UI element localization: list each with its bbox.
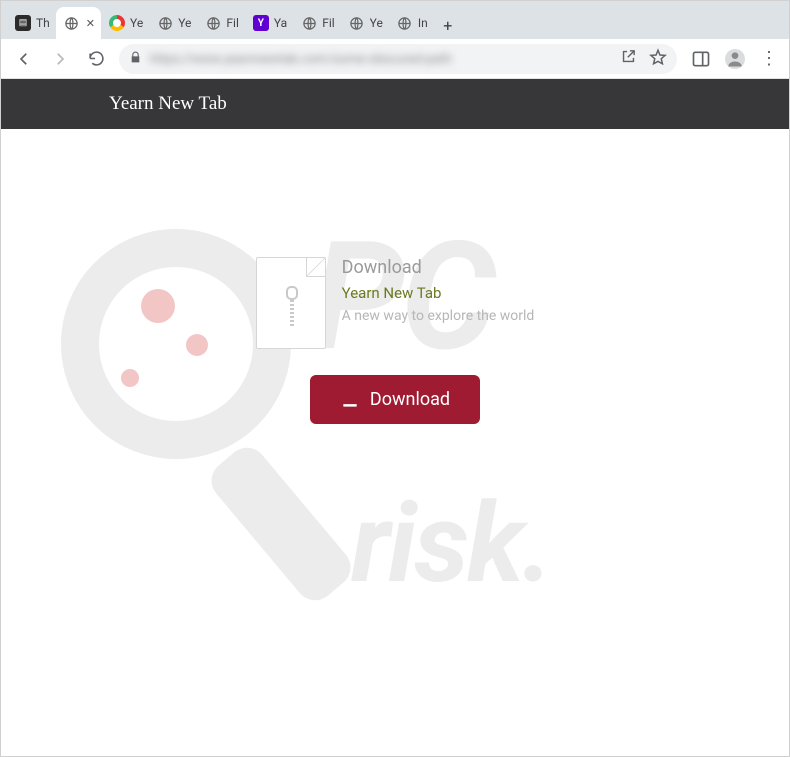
tab-5[interactable]: Y Ya bbox=[245, 7, 293, 39]
kebab-menu-icon[interactable]: ⋮ bbox=[759, 49, 779, 69]
download-icon bbox=[340, 390, 360, 410]
back-button[interactable] bbox=[11, 46, 37, 72]
download-card: Download Yearn New Tab A new way to expl… bbox=[256, 257, 535, 349]
reload-button[interactable] bbox=[83, 46, 109, 72]
new-tab-button[interactable]: + bbox=[434, 11, 462, 39]
zip-file-icon bbox=[256, 257, 326, 349]
tab-label: In bbox=[418, 16, 428, 30]
toolbar-right: ⋮ bbox=[687, 49, 779, 69]
url-text: https://www.yearnnewtab.com/some-obscure… bbox=[150, 52, 612, 66]
tab-label: Ye bbox=[130, 16, 143, 30]
tab-label: Ye bbox=[370, 16, 383, 30]
page-header: Yearn New Tab bbox=[1, 79, 789, 129]
download-button[interactable]: Download bbox=[310, 375, 480, 424]
tab-label: Ya bbox=[274, 16, 287, 30]
download-product-name: Yearn New Tab bbox=[342, 284, 535, 302]
download-texts: Download Yearn New Tab A new way to expl… bbox=[342, 257, 535, 324]
page-content: Download Yearn New Tab A new way to expl… bbox=[1, 129, 789, 424]
globe-icon bbox=[397, 15, 413, 31]
favicon-dark-icon: ▤ bbox=[15, 15, 31, 31]
share-icon[interactable] bbox=[620, 48, 637, 69]
tab-3[interactable]: Ye bbox=[149, 7, 197, 39]
page-viewport: PC risk. Yearn New Tab Download Yearn Ne… bbox=[1, 79, 789, 756]
tab-label: Fil bbox=[322, 16, 334, 30]
page-title: Yearn New Tab bbox=[109, 93, 227, 115]
tab-1-active[interactable]: ✕ bbox=[56, 7, 101, 39]
globe-icon bbox=[349, 15, 365, 31]
globe-icon bbox=[205, 15, 221, 31]
tab-7[interactable]: Ye bbox=[341, 7, 389, 39]
forward-button[interactable] bbox=[47, 46, 73, 72]
download-subtitle: A new way to explore the world bbox=[342, 308, 535, 324]
browser-window: ⌄ — □ ✕ ▤ Th ✕ Ye Ye Fil Y Ya bbox=[0, 0, 790, 757]
tab-label: Fil bbox=[226, 16, 238, 30]
tab-2[interactable]: Ye bbox=[101, 7, 149, 39]
omnibox-actions bbox=[620, 48, 667, 70]
tab-4[interactable]: Fil bbox=[197, 7, 244, 39]
address-bar[interactable]: https://www.yearnnewtab.com/some-obscure… bbox=[119, 44, 677, 74]
tab-0[interactable]: ▤ Th bbox=[7, 7, 56, 39]
globe-icon bbox=[301, 15, 317, 31]
globe-icon bbox=[157, 15, 173, 31]
download-button-label: Download bbox=[370, 389, 450, 410]
yahoo-icon: Y bbox=[253, 15, 269, 31]
bookmark-star-icon[interactable] bbox=[649, 48, 667, 70]
download-heading: Download bbox=[342, 257, 535, 278]
tab-8[interactable]: In bbox=[389, 7, 434, 39]
lock-icon bbox=[129, 51, 142, 67]
globe-icon bbox=[64, 15, 80, 31]
tab-label: Th bbox=[36, 16, 50, 30]
tab-close-icon[interactable]: ✕ bbox=[86, 17, 95, 30]
side-panel-icon[interactable] bbox=[691, 49, 711, 69]
chrome-icon bbox=[109, 15, 125, 31]
browser-toolbar: https://www.yearnnewtab.com/some-obscure… bbox=[1, 39, 789, 79]
tab-label: Ye bbox=[178, 16, 191, 30]
tab-strip: ▤ Th ✕ Ye Ye Fil Y Ya Fil bbox=[1, 1, 789, 39]
profile-avatar-icon[interactable] bbox=[725, 49, 745, 69]
tab-6[interactable]: Fil bbox=[293, 7, 340, 39]
